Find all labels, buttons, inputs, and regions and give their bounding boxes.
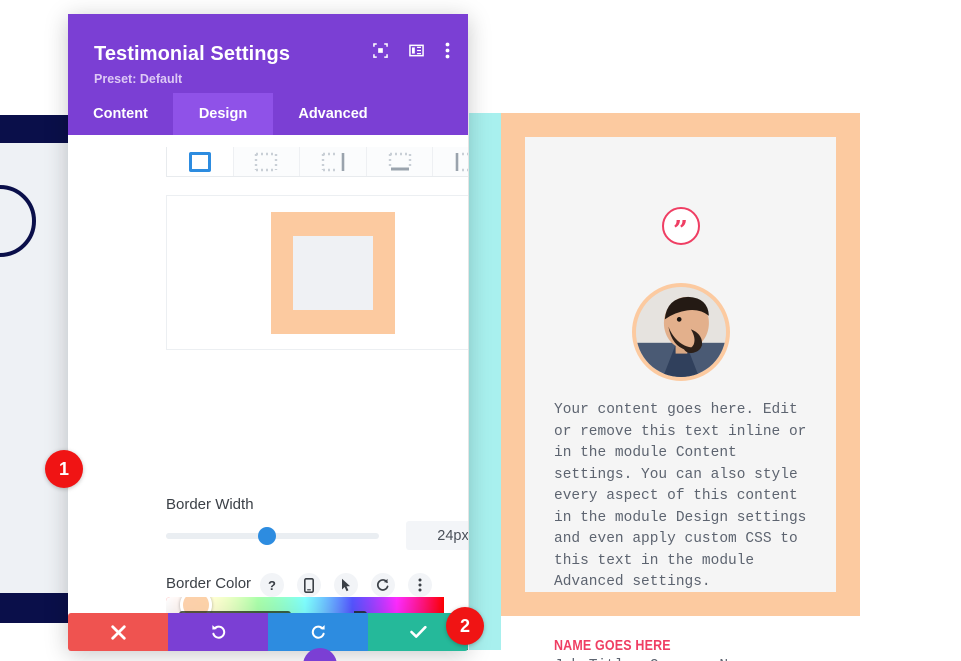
border-preview-box xyxy=(166,195,468,350)
reset-icon[interactable] xyxy=(371,573,395,597)
border-color-label: Border Color xyxy=(166,575,252,592)
border-left-option[interactable] xyxy=(433,147,468,176)
tab-advanced[interactable]: Advanced xyxy=(273,93,393,135)
border-width-slider-thumb[interactable] xyxy=(258,527,276,545)
modal-header-icons xyxy=(373,42,450,59)
border-width-slider[interactable] xyxy=(166,527,379,545)
testimonial-body-text: Your content goes here. Edit or remove t… xyxy=(554,402,807,590)
modal-title: Testimonial Settings xyxy=(94,43,291,65)
preset-selector[interactable]: Preset: Default xyxy=(94,72,182,86)
border-right-icon xyxy=(321,152,345,171)
hover-cursor-icon[interactable] xyxy=(334,573,358,597)
testimonial-settings-modal: Testimonial Settings Preset: Default Con… xyxy=(68,14,468,650)
more-options-icon[interactable] xyxy=(408,573,432,597)
modal-body: Border Width 24px Border Color ? #fccaa0 xyxy=(68,135,468,650)
border-bottom-option[interactable] xyxy=(366,147,434,176)
more-options-icon[interactable] xyxy=(445,42,450,59)
border-preview-frame xyxy=(271,211,395,334)
quote-icon: ” xyxy=(661,207,700,245)
testimonial-author-name: NAME GOES HERE xyxy=(554,638,671,654)
border-width-value[interactable]: 24px xyxy=(406,521,468,550)
testimonial-preview[interactable]: ” Your content goes here. Edit or remove… xyxy=(501,113,860,661)
border-color-toolbar: ? xyxy=(260,573,432,597)
modal-header: Testimonial Settings Preset: Default xyxy=(68,14,468,93)
border-top-icon xyxy=(255,152,278,171)
annotation-badge-1: 1 xyxy=(45,450,83,488)
left-testimonial-body: re. Edit inline o t so style content set… xyxy=(0,285,60,457)
undo-button[interactable] xyxy=(168,613,268,651)
border-bottom-icon xyxy=(388,152,411,170)
fullscreen-icon[interactable] xyxy=(373,43,388,58)
responsive-mobile-icon[interactable] xyxy=(297,573,321,597)
tab-content[interactable]: Content xyxy=(68,93,173,135)
border-left-icon xyxy=(455,152,468,171)
border-all-sides-option[interactable] xyxy=(167,147,234,176)
layout-columns-icon[interactable] xyxy=(409,43,424,58)
modal-action-bar xyxy=(68,613,468,651)
screen: re. Edit inline o t so style content set… xyxy=(0,0,961,661)
border-width-slider-fill xyxy=(166,533,270,539)
cyan-separator-column xyxy=(469,113,501,650)
redo-button[interactable] xyxy=(268,613,368,651)
border-all-sides-icon xyxy=(188,151,211,172)
cancel-button[interactable] xyxy=(68,613,168,651)
border-width-label: Border Width xyxy=(166,496,254,513)
border-right-option[interactable] xyxy=(300,147,367,176)
testimonial-avatar xyxy=(631,283,730,381)
help-icon[interactable]: ? xyxy=(260,573,284,597)
border-top-option[interactable] xyxy=(233,147,301,176)
border-preview-inner xyxy=(293,235,373,310)
modal-tabs: Content Design Advanced xyxy=(68,93,468,135)
tab-design[interactable]: Design xyxy=(173,93,273,135)
left-testimonial-job: ame xyxy=(0,545,60,561)
annotation-badge-2: 2 xyxy=(446,607,484,645)
border-side-selector xyxy=(166,147,468,177)
